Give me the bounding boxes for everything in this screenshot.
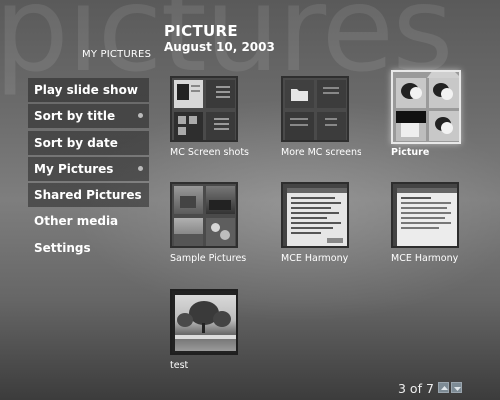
folder-thumbnail-selected bbox=[391, 70, 461, 144]
picture-tile-mce-harmony-2[interactable]: MCE Harmony bbox=[391, 182, 497, 264]
picture-tile-test[interactable]: test bbox=[170, 289, 276, 371]
menu-item-other-media[interactable]: Other media bbox=[28, 209, 149, 233]
menu-item-my-pictures[interactable]: My Pictures bbox=[28, 156, 149, 181]
tile-label: More MC screenshots bbox=[281, 147, 361, 158]
section-label: MY PICTURES bbox=[82, 49, 152, 60]
page-down-button[interactable] bbox=[451, 382, 462, 393]
menu-item-label: Sort by date bbox=[34, 135, 118, 150]
page-counter: 3 of 7 bbox=[398, 381, 434, 396]
menu-item-sort-by-title[interactable]: Sort by title bbox=[28, 104, 149, 129]
folder-tile-sample-pictures[interactable]: Sample Pictures bbox=[170, 182, 276, 264]
folder-tab-icon bbox=[427, 72, 459, 78]
page-up-button[interactable] bbox=[438, 382, 449, 393]
folder-thumbnail bbox=[170, 182, 238, 248]
tile-label: MCE Harmony bbox=[281, 253, 349, 264]
folder-thumbnail bbox=[170, 76, 238, 142]
folder-tile-mc-screen-shots[interactable]: MC Screen shots bbox=[170, 76, 276, 158]
picture-tile-mce-harmony-1[interactable]: MCE Harmony bbox=[281, 182, 387, 264]
tile-label: MCE Harmony bbox=[391, 253, 459, 264]
folder-tile-more-mc-screenshots[interactable]: More MC screenshots bbox=[281, 76, 387, 158]
indicator-dot-icon bbox=[138, 113, 143, 119]
menu-item-play-slide-show[interactable]: Play slide show bbox=[28, 78, 149, 102]
document-thumbnail bbox=[281, 182, 349, 248]
menu-item-label: Other media bbox=[34, 214, 119, 229]
photo-thumbnail bbox=[170, 289, 238, 355]
indicator-dot-icon bbox=[138, 165, 143, 171]
folder-thumbnail bbox=[281, 76, 349, 142]
menu-item-label: My Pictures bbox=[34, 161, 114, 176]
folder-tile-picture[interactable]: Picture bbox=[391, 70, 497, 158]
arrow-up-icon bbox=[441, 386, 448, 390]
tile-label: MC Screen shots bbox=[170, 147, 249, 158]
tile-label: Sample Pictures bbox=[170, 253, 247, 264]
side-menu: Play slide show Sort by title Sort by da… bbox=[28, 78, 149, 262]
tile-label: test bbox=[170, 360, 189, 371]
arrow-down-icon bbox=[454, 387, 461, 391]
menu-item-settings[interactable]: Settings bbox=[28, 236, 149, 260]
folder-icon bbox=[291, 89, 308, 101]
page-title: PICTURE bbox=[164, 22, 238, 40]
document-thumbnail bbox=[391, 182, 459, 248]
menu-item-label: Play slide show bbox=[34, 83, 138, 97]
menu-item-label: Settings bbox=[34, 240, 91, 255]
menu-item-sort-by-date[interactable]: Sort by date bbox=[28, 130, 149, 155]
menu-item-label: Sort by title bbox=[34, 109, 116, 124]
menu-item-shared-pictures[interactable]: Shared Pictures bbox=[28, 183, 149, 208]
tile-label: Picture bbox=[391, 147, 430, 158]
menu-item-label: Shared Pictures bbox=[34, 188, 142, 203]
page-date: August 10, 2003 bbox=[164, 40, 275, 54]
